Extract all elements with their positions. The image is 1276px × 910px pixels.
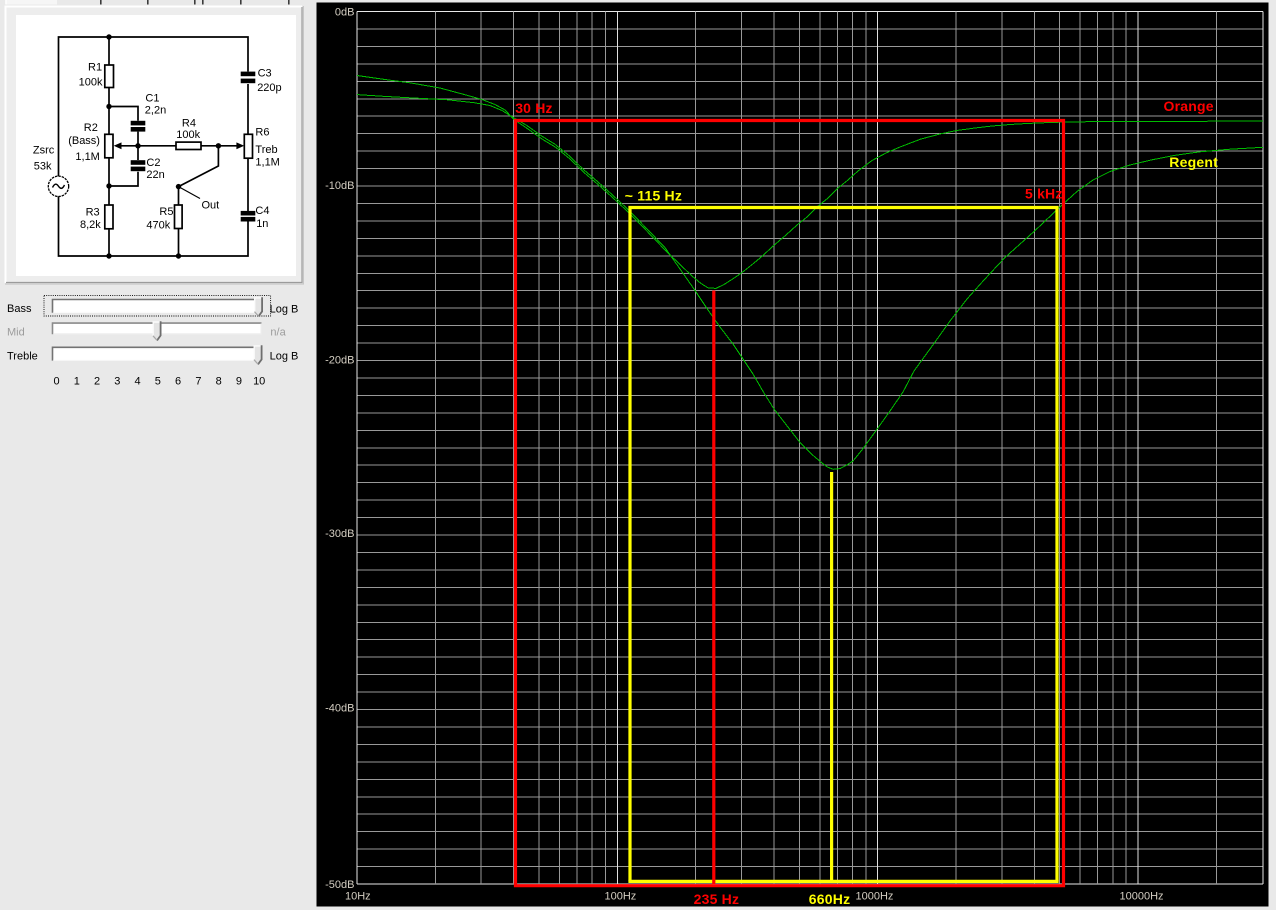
svg-text:100k: 100k — [176, 129, 200, 141]
svg-text:-30dB: -30dB — [325, 528, 354, 540]
svg-text:7: 7 — [195, 375, 201, 387]
svg-text:0dB: 0dB — [335, 7, 355, 19]
svg-text:1: 1 — [74, 375, 80, 387]
svg-text:1,1M: 1,1M — [75, 151, 99, 163]
svg-text:R4: R4 — [182, 117, 196, 129]
svg-text:C2: C2 — [146, 157, 160, 169]
svg-text:-50dB: -50dB — [325, 879, 354, 891]
svg-text:0: 0 — [53, 375, 59, 387]
svg-text:8: 8 — [216, 375, 222, 387]
svg-text:n/a: n/a — [270, 326, 286, 338]
svg-text:C4: C4 — [255, 205, 269, 217]
svg-text:100k: 100k — [79, 77, 103, 89]
svg-text:5 kHz: 5 kHz — [1025, 186, 1063, 202]
svg-text:1000Hz: 1000Hz — [856, 891, 894, 903]
svg-text:R2: R2 — [84, 122, 98, 134]
svg-text:-20dB: -20dB — [325, 355, 354, 367]
svg-text:100Hz: 100Hz — [605, 891, 637, 903]
svg-text:660Hz: 660Hz — [809, 891, 850, 907]
svg-text:-40dB: -40dB — [325, 703, 354, 715]
svg-text:Treble: Treble — [7, 351, 38, 363]
svg-text:4: 4 — [135, 375, 141, 387]
svg-text:R1: R1 — [88, 62, 102, 74]
svg-text:R3: R3 — [86, 207, 100, 219]
svg-text:8,2k: 8,2k — [80, 219, 101, 231]
svg-text:10: 10 — [253, 375, 265, 387]
svg-text:~ 115 Hz: ~ 115 Hz — [625, 187, 682, 203]
svg-text:Log B: Log B — [270, 303, 299, 315]
svg-text:9: 9 — [236, 375, 242, 387]
svg-text:(Bass): (Bass) — [68, 135, 100, 147]
svg-text:Out: Out — [202, 200, 220, 212]
svg-text:470k: 470k — [146, 219, 170, 231]
svg-text:53k: 53k — [34, 161, 52, 173]
svg-text:R6: R6 — [255, 127, 269, 139]
svg-text:3: 3 — [114, 375, 120, 387]
svg-text:6: 6 — [175, 375, 181, 387]
svg-text:Log B: Log B — [270, 350, 299, 362]
svg-text:Orange: Orange — [1164, 98, 1214, 114]
svg-text:Regent: Regent — [1169, 154, 1218, 170]
svg-text:2,2n: 2,2n — [145, 105, 166, 117]
svg-text:Zsrc: Zsrc — [33, 145, 55, 157]
svg-text:1,1M: 1,1M — [255, 157, 279, 169]
svg-text:Mid: Mid — [7, 326, 25, 338]
svg-text:1n: 1n — [256, 218, 268, 230]
svg-text:C3: C3 — [258, 68, 272, 80]
svg-text:220p: 220p — [257, 82, 281, 94]
svg-text:2: 2 — [94, 375, 100, 387]
svg-text:Treb: Treb — [255, 144, 277, 156]
svg-text:10Hz: 10Hz — [345, 891, 371, 903]
svg-text:22n: 22n — [146, 169, 164, 181]
svg-text:Bass: Bass — [7, 303, 32, 315]
svg-text:R5: R5 — [159, 206, 173, 218]
svg-text:-10dB: -10dB — [325, 180, 354, 192]
svg-text:235 Hz: 235 Hz — [694, 891, 740, 907]
svg-text:30 Hz: 30 Hz — [515, 100, 553, 116]
svg-text:5: 5 — [155, 375, 161, 387]
svg-text:10000Hz: 10000Hz — [1120, 891, 1164, 903]
svg-text:C1: C1 — [145, 93, 159, 105]
